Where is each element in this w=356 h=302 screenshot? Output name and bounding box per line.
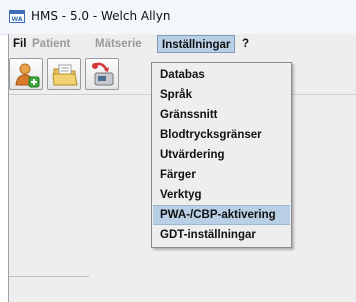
menu-installningar[interactable]: Inställningar (157, 35, 236, 53)
menu-item-granssnitt[interactable]: Gränssnitt (153, 105, 290, 125)
menu-fil[interactable]: Fil (13, 36, 26, 52)
menu-item-sprak[interactable]: Språk (153, 85, 290, 105)
menu-help[interactable]: ? (242, 36, 249, 52)
menu-item-farger[interactable]: Färger (153, 165, 290, 185)
device-transfer-icon (92, 62, 114, 86)
open-folder-icon (52, 64, 78, 86)
add-patient-button[interactable] (9, 58, 43, 90)
menu-item-verktyg[interactable]: Verktyg (153, 185, 290, 205)
menu-item-gdt-installningar[interactable]: GDT-inställningar (153, 225, 290, 245)
installningar-dropdown: Databas Språk Gränssnitt Blodtrycksgräns… (151, 62, 292, 248)
menu-bar: Fil Patient Mätserie Inställningar ? (9, 34, 356, 54)
device-transfer-button[interactable] (85, 58, 119, 90)
open-folder-button[interactable] (47, 58, 81, 90)
menu-item-databas[interactable]: Databas (153, 65, 290, 85)
menu-patient[interactable]: Patient (32, 36, 70, 52)
title-bar[interactable]: WA HMS - 5.0 - Welch Allyn (0, 0, 356, 35)
add-patient-icon (15, 63, 40, 88)
menu-item-pwa-cbp-aktivering[interactable]: PWA-/CBP-aktivering (153, 205, 290, 225)
divider (9, 276, 89, 277)
menu-matserie[interactable]: Mätserie (95, 36, 142, 52)
menu-item-utvardering[interactable]: Utvärdering (153, 145, 290, 165)
app-window: WA HMS - 5.0 - Welch Allyn Fil Patient M… (0, 0, 356, 302)
svg-text:WA: WA (12, 16, 23, 22)
window-title: HMS - 5.0 - Welch Allyn (31, 9, 171, 23)
menu-item-blodtrycksgranser[interactable]: Blodtrycksgränser (153, 125, 290, 145)
app-icon[interactable]: WA (9, 10, 25, 23)
